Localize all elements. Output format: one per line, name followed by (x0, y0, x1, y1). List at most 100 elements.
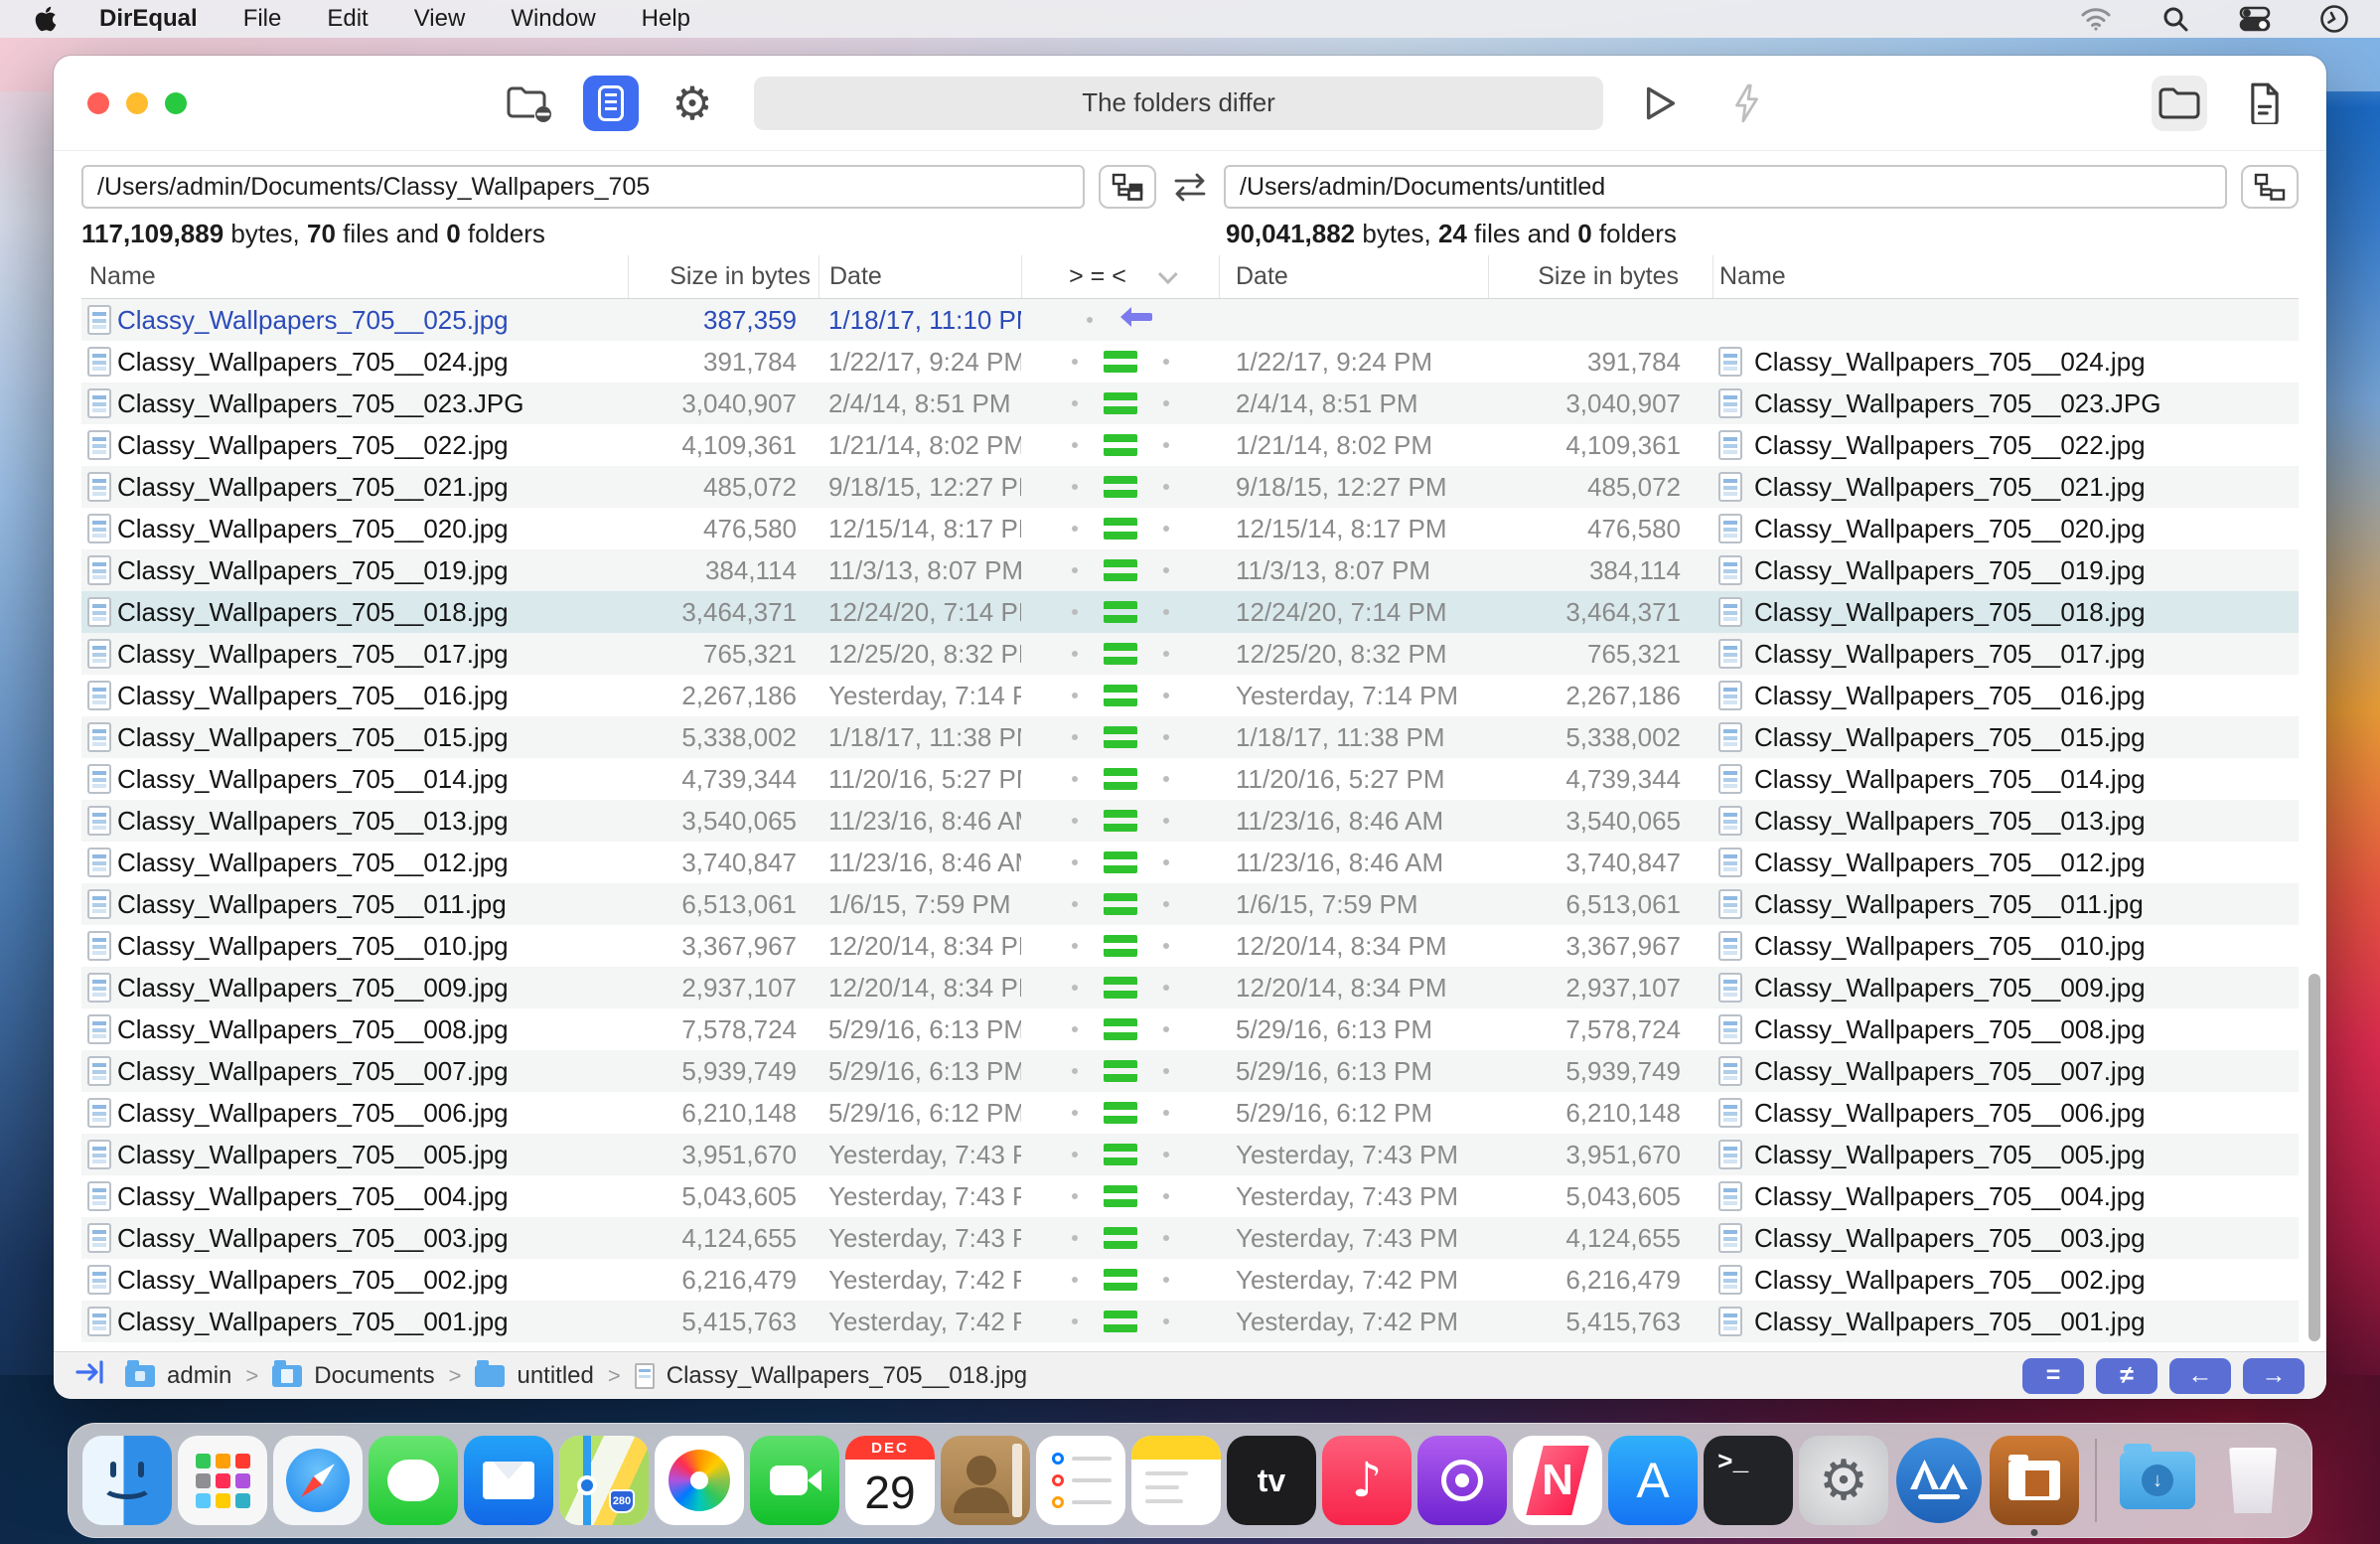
safari-icon[interactable] (273, 1436, 363, 1525)
equal-icon (1104, 351, 1137, 373)
left-path-input[interactable] (81, 165, 1085, 209)
table-row[interactable]: Classy_Wallpapers_705__024.jpg 391,784 1/2… (81, 341, 2299, 383)
table-row[interactable]: Classy_Wallpapers_705__008.jpg 7,578,724 5… (81, 1008, 2299, 1050)
table-row[interactable]: Classy_Wallpapers_705__025.jpg 387,359 1/1… (81, 299, 2299, 341)
compare-status-cell (1021, 601, 1220, 623)
remove-folder-button[interactable] (502, 76, 557, 131)
compare-dot-left (1072, 943, 1078, 949)
menu-app-name[interactable]: DirEqual (99, 5, 198, 33)
messages-icon[interactable] (369, 1436, 458, 1525)
jpeg-file-icon (1718, 806, 1742, 836)
table-row[interactable]: Classy_Wallpapers_705__012.jpg 3,740,847 1… (81, 842, 2299, 883)
sync-bolt-button[interactable] (1718, 76, 1774, 131)
show-different-button[interactable]: ≠ (2096, 1357, 2157, 1394)
table-row[interactable]: Classy_Wallpapers_705__021.jpg 485,072 9/1… (81, 466, 2299, 508)
table-row[interactable]: Classy_Wallpapers_705__010.jpg 3,367,967 1… (81, 925, 2299, 967)
maps-icon[interactable]: 280 (559, 1436, 649, 1525)
next-diff-button[interactable]: → (2243, 1357, 2305, 1394)
table-row[interactable]: Classy_Wallpapers_705__023.JPG 3,040,907 2… (81, 383, 2299, 424)
breadcrumb-item-label[interactable]: untitled (517, 1362, 593, 1390)
minimize-button[interactable] (126, 91, 148, 114)
menu-item-help[interactable]: Help (642, 5, 690, 33)
news-icon[interactable]: N (1513, 1436, 1602, 1525)
table-row[interactable]: Classy_Wallpapers_705__001.jpg 5,415,763 Y… (81, 1301, 2299, 1342)
apple-menu-icon[interactable] (34, 4, 60, 34)
control-center-icon[interactable] (2239, 3, 2271, 35)
breadcrumb-item-label[interactable]: admin (167, 1362, 231, 1390)
breadcrumb-item-label[interactable]: Classy_Wallpapers_705__018.jpg (667, 1362, 1027, 1390)
jpeg-file-icon (1718, 848, 1742, 877)
report-document-button[interactable] (2237, 76, 2293, 131)
direqual-app-icon[interactable] (1990, 1436, 2079, 1536)
table-row[interactable]: Classy_Wallpapers_705__017.jpg 765,321 12/… (81, 633, 2299, 675)
table-row[interactable]: Classy_Wallpapers_705__009.jpg 2,937,107 1… (81, 967, 2299, 1008)
music-icon[interactable]: ♪ (1322, 1436, 1412, 1525)
table-row[interactable]: Classy_Wallpapers_705__007.jpg 5,939,749 5… (81, 1050, 2299, 1092)
chevron-down-icon[interactable] (1157, 263, 1178, 284)
compare-dot-left (1072, 567, 1078, 573)
reminders-icon[interactable] (1036, 1436, 1125, 1525)
menu-item-window[interactable]: Window (511, 5, 595, 33)
vertical-scrollbar[interactable] (2308, 974, 2320, 1341)
trash-icon[interactable] (2208, 1436, 2298, 1525)
jpeg-file-icon (1718, 681, 1742, 710)
wifi-icon[interactable] (2080, 3, 2112, 35)
calendar-icon[interactable]: DEC 29 (845, 1436, 935, 1525)
table-row[interactable]: Classy_Wallpapers_705__006.jpg 6,210,148 5… (81, 1092, 2299, 1134)
table-row[interactable]: Classy_Wallpapers_705__020.jpg 476,580 12/… (81, 508, 2299, 549)
mail-icon[interactable] (464, 1436, 553, 1525)
file-date-right: Yesterday, 7:43 PM (1236, 1222, 1459, 1253)
jump-to-selected-icon[interactable] (75, 1359, 107, 1392)
table-row[interactable]: Classy_Wallpapers_705__019.jpg 384,114 11/… (81, 549, 2299, 591)
table-row[interactable]: Classy_Wallpapers_705__018.jpg 3,464,371 1… (81, 591, 2299, 633)
right-path-input[interactable] (1224, 165, 2227, 209)
compare-status-cell (1021, 851, 1220, 873)
show-equal-button[interactable]: = (2022, 1357, 2084, 1394)
menu-item-view[interactable]: View (414, 5, 466, 33)
notes-icon[interactable] (1131, 1436, 1221, 1525)
mountain-app-icon[interactable] (1894, 1436, 1984, 1525)
jpeg-file-icon (1718, 555, 1742, 585)
facetime-icon[interactable] (750, 1436, 839, 1525)
previous-diff-button[interactable]: ← (2169, 1357, 2231, 1394)
table-row[interactable]: Classy_Wallpapers_705__002.jpg 6,216,479 Y… (81, 1259, 2299, 1301)
photos-icon[interactable] (655, 1436, 744, 1525)
spotlight-search-icon[interactable] (2159, 3, 2191, 35)
finder-icon[interactable] (82, 1436, 172, 1525)
clock-icon[interactable] (2318, 3, 2350, 35)
table-row[interactable]: Classy_Wallpapers_705__003.jpg 4,124,655 Y… (81, 1217, 2299, 1259)
table-row[interactable]: Classy_Wallpapers_705__013.jpg 3,540,065 1… (81, 800, 2299, 842)
reveal-folder-button[interactable] (2152, 75, 2207, 131)
run-comparison-button[interactable] (1633, 76, 1689, 131)
jpeg-file-icon (1718, 973, 1742, 1003)
system-preferences-icon[interactable]: ⚙ (1799, 1436, 1888, 1525)
menu-item-file[interactable]: File (243, 5, 282, 33)
launchpad-icon[interactable] (178, 1436, 267, 1525)
breadcrumb-item-label[interactable]: Documents (314, 1362, 434, 1390)
downloads-folder-icon[interactable]: ↓ (2113, 1436, 2202, 1525)
compare-status-cell (1021, 476, 1220, 498)
table-row[interactable]: Classy_Wallpapers_705__016.jpg 2,267,186 Y… (81, 675, 2299, 716)
table-row[interactable]: Classy_Wallpapers_705__005.jpg 3,951,670 Y… (81, 1134, 2299, 1175)
menu-item-edit[interactable]: Edit (327, 5, 368, 33)
table-row[interactable]: Classy_Wallpapers_705__015.jpg 5,338,002 1… (81, 716, 2299, 758)
podcasts-icon[interactable] (1417, 1436, 1507, 1525)
table-row[interactable]: Classy_Wallpapers_705__004.jpg 5,043,605 Y… (81, 1175, 2299, 1217)
compare-folders-button[interactable] (583, 75, 639, 131)
table-row[interactable]: Classy_Wallpapers_705__011.jpg 6,513,061 1… (81, 883, 2299, 925)
settings-gear-button[interactable]: ⚙ (665, 76, 720, 131)
file-date-right: 12/25/20, 8:32 PM (1236, 638, 1447, 669)
close-button[interactable] (87, 91, 109, 114)
compare-status-cell (1021, 810, 1220, 832)
left-tree-view-button[interactable] (1099, 165, 1156, 209)
terminal-icon[interactable]: >_ (1704, 1436, 1793, 1525)
app-store-icon[interactable]: A (1608, 1436, 1698, 1525)
table-row[interactable]: Classy_Wallpapers_705__022.jpg 4,109,361 1… (81, 424, 2299, 466)
swap-sides-button[interactable] (1156, 171, 1224, 203)
contacts-icon[interactable] (941, 1436, 1030, 1525)
table-row[interactable]: Classy_Wallpapers_705__014.jpg 4,739,344 1… (81, 758, 2299, 800)
file-name-right: Classy_Wallpapers_705__016.jpg (1754, 680, 2146, 710)
apple-tv-icon[interactable]: tv (1227, 1436, 1316, 1525)
right-tree-view-button[interactable] (2241, 165, 2299, 209)
zoom-button[interactable] (165, 91, 187, 114)
